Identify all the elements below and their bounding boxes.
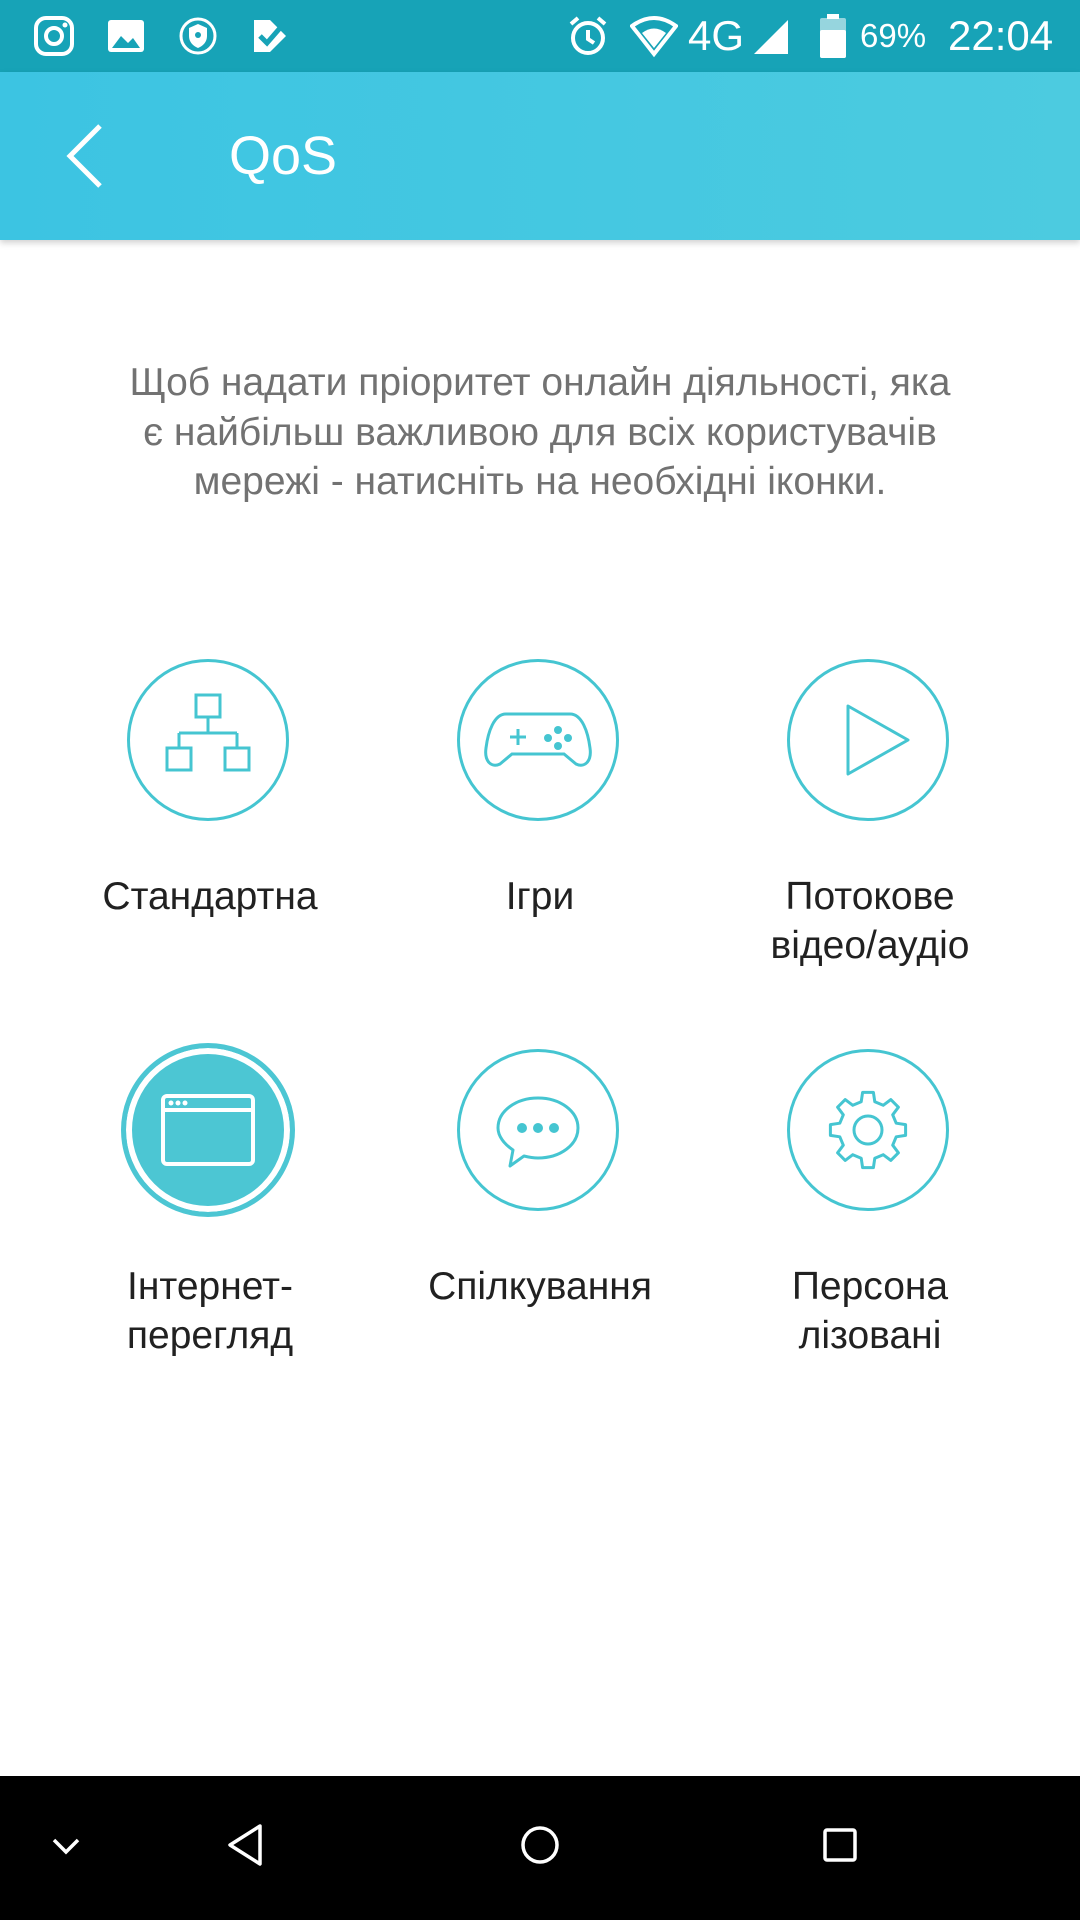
gear-icon: [828, 1090, 908, 1170]
system-nav-bar: [0, 1776, 1080, 1920]
mode-label: Спілкування: [428, 1265, 652, 1308]
network-standard-icon: [165, 693, 251, 772]
chevron-down-icon: [52, 1838, 80, 1855]
mode-communication-circle: [457, 1049, 619, 1211]
app-bar: QoS: [0, 72, 1080, 240]
mode-label: Інтернет- перегляд: [126, 1265, 294, 1357]
check-app-icon: [246, 12, 294, 60]
nav-home-button[interactable]: [515, 1820, 565, 1870]
network-type: 4G: [688, 12, 745, 59]
gamepad-icon: [484, 712, 592, 767]
play-icon: [846, 704, 910, 776]
chevron-left-icon: [66, 124, 102, 188]
hide-keyboard-button[interactable]: [46, 1826, 86, 1866]
nav-back-button[interactable]: [222, 1820, 272, 1870]
wifi-icon: [630, 12, 678, 60]
instagram-icon: [30, 12, 78, 60]
mode-games-circle: [457, 659, 619, 821]
mode-label: Персона лізовані: [791, 1265, 949, 1357]
battery-icon: [815, 12, 851, 60]
mode-custom-circle: [787, 1049, 949, 1211]
page-title: QoS: [229, 126, 338, 186]
mode-label: Потокове відео/аудіо: [770, 875, 970, 967]
back-button[interactable]: [50, 118, 120, 194]
gallery-icon: [102, 12, 150, 60]
qos-description: Щоб надати пріоритет онлайн діяльності, …: [129, 361, 951, 503]
status-bar: 4G 69% 22:04: [0, 0, 1080, 72]
mode-label: Стандартна: [102, 875, 318, 918]
mode-label: Ігри: [505, 875, 575, 918]
square-recents-icon: [823, 1828, 857, 1862]
cell-signal-icon: [752, 12, 792, 60]
browser-window-icon: [161, 1094, 255, 1166]
alarm-icon: [564, 12, 612, 60]
nav-recents-button[interactable]: [815, 1820, 865, 1870]
battery-percent: 69%: [860, 17, 927, 54]
vpn-shield-icon: [174, 12, 222, 60]
mode-streaming-circle: [787, 659, 949, 821]
mode-browsing-circle: [121, 1043, 295, 1217]
circle-home-icon: [521, 1826, 559, 1864]
chat-bubble-icon: [496, 1096, 580, 1168]
clock: 22:04: [948, 12, 1054, 59]
mode-standard-circle: [127, 659, 289, 821]
triangle-back-icon: [228, 1824, 262, 1866]
